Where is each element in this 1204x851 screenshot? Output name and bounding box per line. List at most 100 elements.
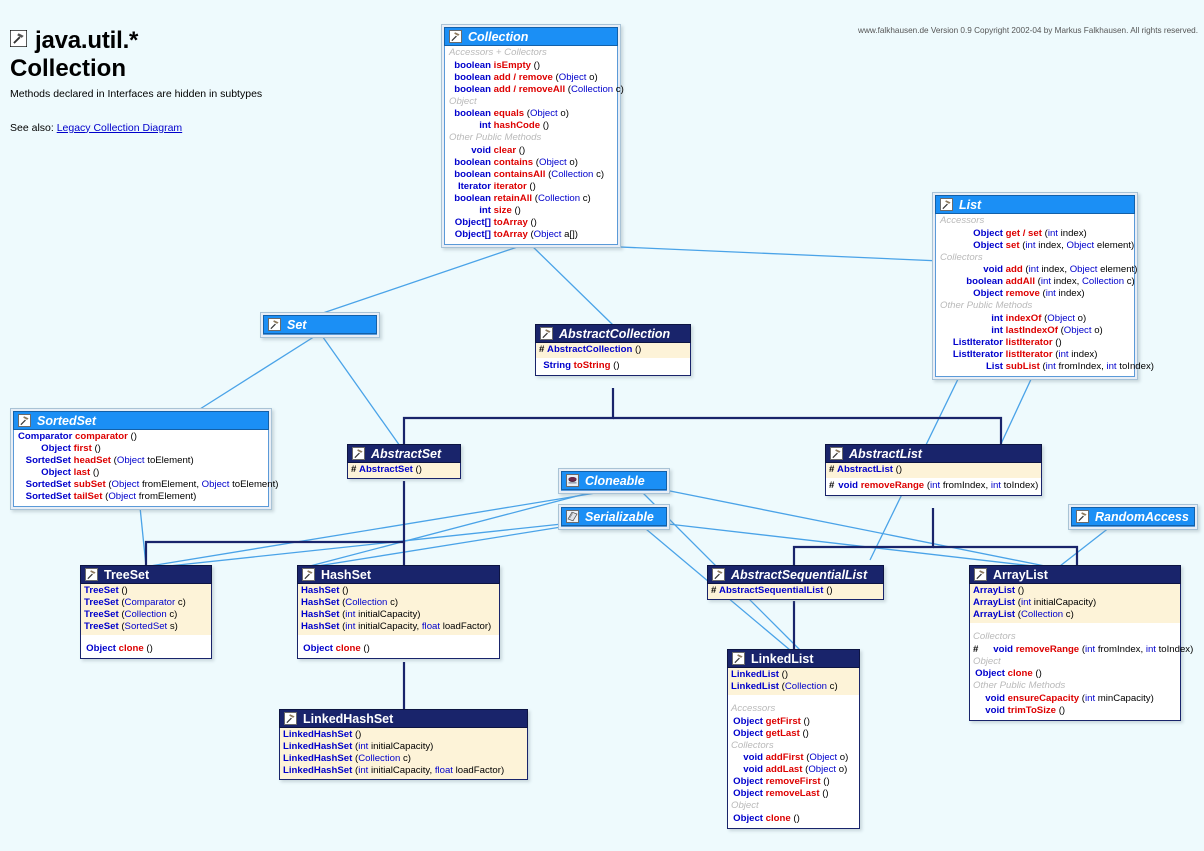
interface-hammer-icon [18,414,31,427]
constructor-name: LinkedHashSet [283,741,353,752]
member-group-label: Accessors [940,215,985,226]
class-box-set[interactable]: Set [260,312,380,338]
constructor-name: ArrayList [973,585,1016,596]
method-name: get / set [1005,227,1042,239]
method-row: int size () [449,205,613,217]
return-type: void [983,264,1003,275]
member-group-label: Other Public Methods [449,132,542,143]
method-row: Object remove (int index) [940,288,1130,300]
return-type: ListIterator [952,336,1003,348]
constructor-row: HashSet () [301,585,349,596]
class-box-treeset[interactable]: TreeSet TreeSet () TreeSet (Comparator c)… [80,565,212,659]
class-hammer-icon [284,712,297,725]
visibility-modifier: # [829,464,835,475]
method-name: toArray [493,216,528,228]
constructor-name: ArrayList [973,597,1016,608]
method-name: remove [1005,288,1040,299]
copyright-notice: www.falkhausen.de Version 0.9 Copyright … [858,26,1198,35]
see-also-label: See also: [10,121,54,134]
method-list: Accessors Object getFirst () Object getLas… [728,701,859,828]
class-box-linkedhashset[interactable]: LinkedHashSet LinkedHashSet () LinkedHash… [279,709,528,780]
visibility-modifier: # [539,344,545,355]
class-box-abstractcollection[interactable]: AbstractCollection # AbstractCollection … [535,324,691,376]
method-name: clone [118,643,144,654]
method-row: Comparator comparator () [18,431,137,442]
class-box-abstractset[interactable]: AbstractSet # AbstractSet () [347,444,461,479]
method-name: listIterator [1005,336,1053,348]
method-row: boolean isEmpty () [449,60,613,72]
method-name: addAll [1005,276,1035,287]
legacy-collection-diagram-link[interactable]: Legacy Collection Diagram [57,122,182,134]
return-type: Object [41,467,71,478]
class-box-abstractsequentiallist[interactable]: AbstractSequentialList # AbstractSequent… [707,565,884,600]
method-name: clone [335,643,361,654]
constructor-row: # AbstractSequentialList () [711,585,833,596]
class-hammer-icon [712,568,725,581]
method-list: Object clone () [298,641,499,658]
page-title-package: java.util.* [35,27,139,54]
class-hammer-icon [974,568,987,581]
method-row: Object getLast () [731,728,856,740]
method-row: void add (int index, Object element) [940,264,1137,276]
return-type: Object [973,239,1003,251]
method-row: boolean add / removeAll (Collection c) [449,84,624,96]
method-name: isEmpty [493,59,531,71]
method-row: void clear () [449,145,613,157]
method-name: iterator [493,180,527,192]
class-box-abstractlist[interactable]: AbstractList # AbstractList () # void re… [825,444,1042,496]
member-group-label: Collectors [973,631,1016,642]
visibility-modifier: # [351,464,357,475]
class-box-linkedlist[interactable]: LinkedList LinkedList () LinkedList (Coll… [727,649,860,829]
constructor-row: # AbstractCollection () [539,344,642,355]
return-type: Object [733,727,763,739]
class-box-arraylist[interactable]: ArrayList ArrayList () ArrayList (int ini… [969,565,1193,721]
method-name: retainAll [493,192,533,204]
method-row: Object get / set (int index) [940,228,1130,240]
constructor-list: # AbstractCollection () [536,343,690,358]
constructor-name: LinkedHashSet [283,729,353,740]
class-name: Set [287,317,307,332]
class-name: AbstractCollection [559,326,671,341]
method-row: void trimToSize () [973,705,1177,717]
constructor-list: ArrayList () ArrayList (int initialCapaci… [970,584,1180,623]
return-type: int [991,312,1003,324]
member-group-label: Object [449,95,477,107]
return-type: Comparator [18,431,73,442]
method-name: equals [493,108,525,119]
constructor-name: HashSet [301,597,340,608]
constructor-list: LinkedHashSet () LinkedHashSet (int initi… [280,728,527,779]
constructor-name: TreeSet [84,597,119,608]
method-name: toArray [493,228,528,240]
class-box-cloneable[interactable]: Cloneable [558,468,670,494]
method-row: boolean add / remove (Object o) [449,72,613,84]
constructor-name: LinkedList [731,681,779,692]
class-box-sortedset[interactable]: SortedSet Comparator comparator () Object… [10,408,278,510]
method-name: set [1005,239,1020,251]
method-row: Object last () [18,467,264,479]
class-box-serializable[interactable]: Serializable [558,504,670,530]
method-name: hashCode [493,120,541,131]
class-name: LinkedHashSet [303,711,394,726]
member-group-label: Other Public Methods [973,680,1066,691]
constructor-name: HashSet [301,585,340,596]
constructor-name: LinkedHashSet [283,765,353,776]
return-type: void [985,704,1005,716]
return-type: void [471,144,491,156]
constructor-row: TreeSet (SortedSet s) [84,621,178,632]
constructor-name: ArrayList [973,609,1016,620]
see-also: See also: Legacy Collection Diagram [10,122,390,134]
method-row: Object getFirst () [731,716,856,728]
class-box-hashset[interactable]: HashSet HashSet () HashSet (Collection c)… [297,565,500,659]
class-name: RandomAccess [1095,509,1189,524]
method-name: ensureCapacity [1007,692,1080,704]
return-type: Iterator [457,180,491,192]
constructor-row: LinkedList () [731,669,789,680]
constructor-row: HashSet (Collection c) [301,597,399,608]
class-box-collection[interactable]: Collection Accessors + Collectors boolean… [441,24,624,248]
return-type: Object [973,227,1003,239]
constructor-name: HashSet [301,621,340,632]
class-box-randomaccess[interactable]: RandomAccess [1068,504,1198,530]
class-box-list[interactable]: List Accessors Object get / set (int inde… [932,192,1154,380]
method-row: SortedSet headSet (Object toElement) [18,455,264,467]
return-type: Object [41,443,71,454]
